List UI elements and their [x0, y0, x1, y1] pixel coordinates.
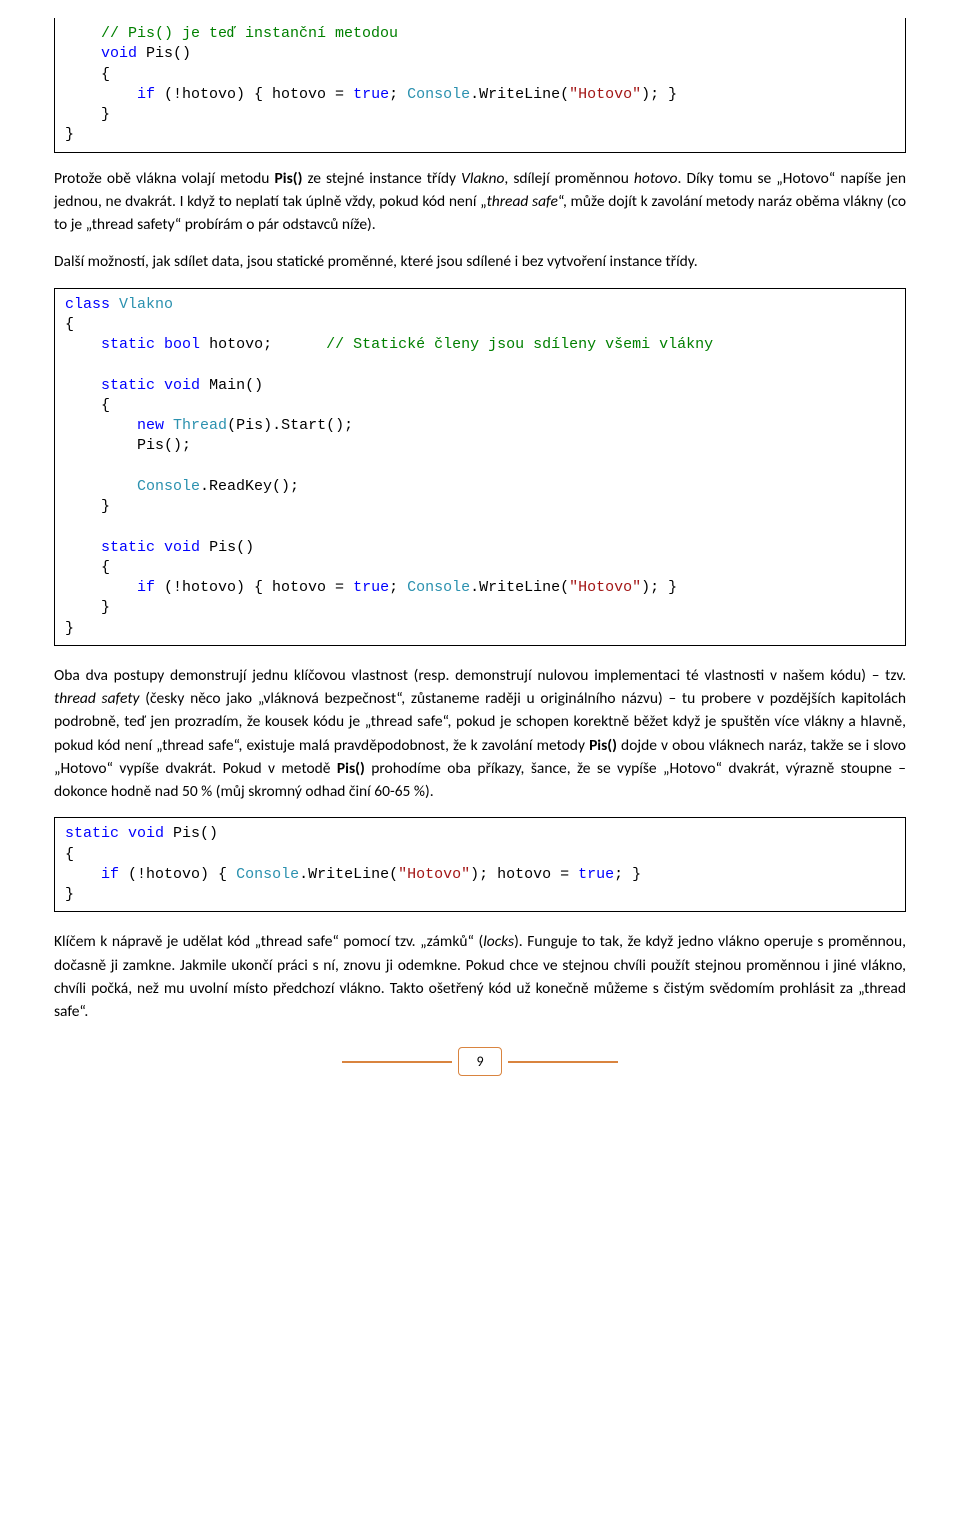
code-block-1: // Pis() je teď instanční metodou void P…: [54, 18, 906, 153]
paragraph-3: Oba dva postupy demonstrují jednu klíčov…: [54, 664, 906, 804]
paragraph-2: Další možností, jak sdílet data, jsou st…: [54, 250, 906, 273]
page-footer: 9: [54, 1047, 906, 1076]
footer-rule-left: [342, 1061, 452, 1063]
page-number: 9: [458, 1047, 502, 1076]
footer-rule-right: [508, 1061, 618, 1063]
code-comment: // Pis() je teď instanční metodou: [65, 25, 398, 42]
code-block-3: static void Pis() { if (!hotovo) { Conso…: [54, 817, 906, 912]
paragraph-4: Klíčem k nápravě je udělat kód „thread s…: [54, 930, 906, 1023]
code-block-2: class Vlakno { static bool hotovo; // St…: [54, 288, 906, 646]
paragraph-1: Protože obě vlákna volají metodu Pis() z…: [54, 167, 906, 237]
code-comment: // Statické členy jsou sdíleny všemi vlá…: [326, 336, 713, 353]
